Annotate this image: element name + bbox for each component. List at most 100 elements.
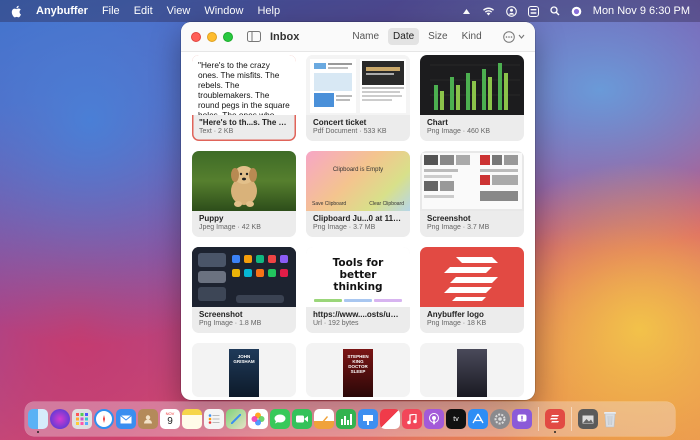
app-store-icon[interactable] xyxy=(468,409,488,429)
book-cover-preview xyxy=(420,343,524,397)
podcasts-icon[interactable] xyxy=(424,409,444,429)
clipboard-screenshot-preview: Clipboard is Empty Save Clipboard Clear … xyxy=(306,151,410,211)
mail-icon[interactable] xyxy=(116,409,136,429)
chevron-down-icon xyxy=(518,34,525,39)
sort-tab-date[interactable]: Date xyxy=(388,28,420,45)
user-icon[interactable] xyxy=(505,5,517,17)
facetime-icon[interactable] xyxy=(292,409,312,429)
item-title: Chart xyxy=(427,118,448,127)
contacts-icon[interactable] xyxy=(138,409,158,429)
item-subtitle: Jpeg Image · 42 KB xyxy=(199,224,261,231)
menu-help[interactable]: Help xyxy=(257,5,280,17)
item-card[interactable]: Chart Png Image · 460 KB xyxy=(420,55,524,141)
close-window-button[interactable] xyxy=(191,31,201,42)
music-icon[interactable] xyxy=(402,409,422,429)
window-title: Inbox xyxy=(270,30,300,43)
actions-menu-button[interactable] xyxy=(503,30,525,43)
book-cover-preview: JOHN GRISHAM xyxy=(192,343,296,397)
item-title: Screenshot xyxy=(199,310,243,319)
ellipsis-circle-icon xyxy=(503,30,515,43)
tablet-screenshot-preview xyxy=(192,247,296,307)
pdf-preview xyxy=(306,55,410,115)
item-title: "Here's to th...s. The rebels xyxy=(199,118,296,127)
feedback-icon[interactable] xyxy=(512,409,532,429)
screenshot-preview xyxy=(420,151,524,211)
sort-tab-name[interactable]: Name xyxy=(347,28,384,45)
system-preferences-icon[interactable] xyxy=(490,409,510,429)
chart-image-preview xyxy=(420,55,524,115)
item-card[interactable]: Tools for better thinking https://www...… xyxy=(306,247,410,333)
item-subtitle: Png Image · 3.7 MB xyxy=(313,224,376,231)
item-card[interactable]: STEPHEN KING DOCTOR SLEEP xyxy=(306,343,410,397)
messages-icon[interactable] xyxy=(270,409,290,429)
menu-edit[interactable]: Edit xyxy=(134,5,153,17)
photos-icon[interactable] xyxy=(248,409,268,429)
keynote-icon[interactable] xyxy=(358,409,378,429)
news-icon[interactable] xyxy=(380,409,400,429)
siri-icon[interactable] xyxy=(50,409,70,429)
tv-icon[interactable]: tv xyxy=(446,409,466,429)
item-card[interactable]: Clipboard is Empty Save Clipboard Clear … xyxy=(306,151,410,237)
siri-icon[interactable] xyxy=(571,6,582,17)
dock-separator xyxy=(538,407,539,431)
item-card[interactable]: Screenshot Png Image · 1.8 MB xyxy=(192,247,296,333)
menu-bar: Anybuffer File Edit View Window Help Mon… xyxy=(0,0,700,22)
sort-tab-size[interactable]: Size xyxy=(423,28,452,45)
anybuffer-logo-preview xyxy=(420,247,524,307)
zoom-window-button[interactable] xyxy=(223,31,233,42)
url-preview-headline: Tools for better thinking xyxy=(332,257,384,293)
puppy-photo-preview xyxy=(192,151,296,211)
preview-stack-icon[interactable] xyxy=(578,409,598,429)
calendar-icon[interactable]: NOV 9 xyxy=(160,409,180,429)
item-card[interactable] xyxy=(420,343,524,397)
menu-app-name[interactable]: Anybuffer xyxy=(36,5,88,17)
menu-file[interactable]: File xyxy=(102,5,120,17)
safari-icon[interactable] xyxy=(94,409,114,429)
pages-icon[interactable] xyxy=(314,409,334,429)
clear-clipboard-label: Clear Clipboard xyxy=(369,201,404,207)
dock-separator xyxy=(571,407,572,431)
wifi-icon[interactable] xyxy=(482,6,495,16)
maps-icon[interactable] xyxy=(226,409,246,429)
notes-icon[interactable] xyxy=(182,409,202,429)
sort-tab-kind[interactable]: Kind xyxy=(457,28,487,45)
book-cover: STEPHEN KING DOCTOR SLEEP xyxy=(343,349,373,397)
launchpad-icon[interactable] xyxy=(72,409,92,429)
item-title: https://www....osts/untools xyxy=(313,310,410,319)
item-card[interactable]: Anybuffer logo Png Image · 18 KB xyxy=(420,247,524,333)
window-titlebar[interactable]: Inbox Name Date Size Kind xyxy=(181,22,535,52)
item-subtitle: Png Image · 460 KB xyxy=(427,128,491,135)
item-title: Clipboard Ju...0 at 11:42 AM xyxy=(313,214,410,223)
item-card[interactable]: "Here's to the crazy ones. The misfits. … xyxy=(192,55,296,141)
item-subtitle: Png Image · 1.8 MB xyxy=(199,320,262,327)
anybuffer-dock-icon[interactable] xyxy=(545,409,565,433)
item-subtitle: Png Image · 3.7 MB xyxy=(427,224,490,231)
minimize-window-button[interactable] xyxy=(207,31,217,42)
menu-clock[interactable]: Mon Nov 9 6:30 PM xyxy=(593,5,690,17)
sidebar-toggle-icon[interactable] xyxy=(247,31,261,42)
reminders-icon[interactable] xyxy=(204,409,224,429)
book-cover: JOHN GRISHAM xyxy=(229,349,259,397)
sort-tabs: Name Date Size Kind xyxy=(347,28,486,45)
item-card[interactable]: Concert ticket Pdf Document · 533 KB xyxy=(306,55,410,141)
item-card[interactable]: Screenshot Png Image · 3.7 MB xyxy=(420,151,524,237)
item-card[interactable]: JOHN GRISHAM xyxy=(192,343,296,397)
app-window: Inbox Name Date Size Kind "Here's to the… xyxy=(181,22,535,400)
trash-icon[interactable] xyxy=(600,409,620,429)
item-title: Puppy xyxy=(199,214,224,223)
search-icon[interactable] xyxy=(550,6,560,16)
item-card[interactable]: Puppy Jpeg Image · 42 KB xyxy=(192,151,296,237)
item-subtitle: Text · 2 KB xyxy=(199,128,234,135)
text-preview: "Here's to the crazy ones. The misfits. … xyxy=(192,55,296,115)
menu-window[interactable]: Window xyxy=(204,5,243,17)
control-center-icon[interactable] xyxy=(527,5,539,17)
numbers-icon[interactable] xyxy=(336,409,356,429)
item-title: Screenshot xyxy=(427,214,471,223)
item-title: Concert ticket xyxy=(313,118,367,127)
finder-icon[interactable] xyxy=(28,409,48,433)
anybuffer-status-icon[interactable] xyxy=(462,7,471,16)
menu-view[interactable]: View xyxy=(167,5,191,17)
apple-menu-icon[interactable] xyxy=(10,5,22,18)
item-subtitle: Png Image · 18 KB xyxy=(427,320,487,327)
book-cover xyxy=(457,349,487,397)
